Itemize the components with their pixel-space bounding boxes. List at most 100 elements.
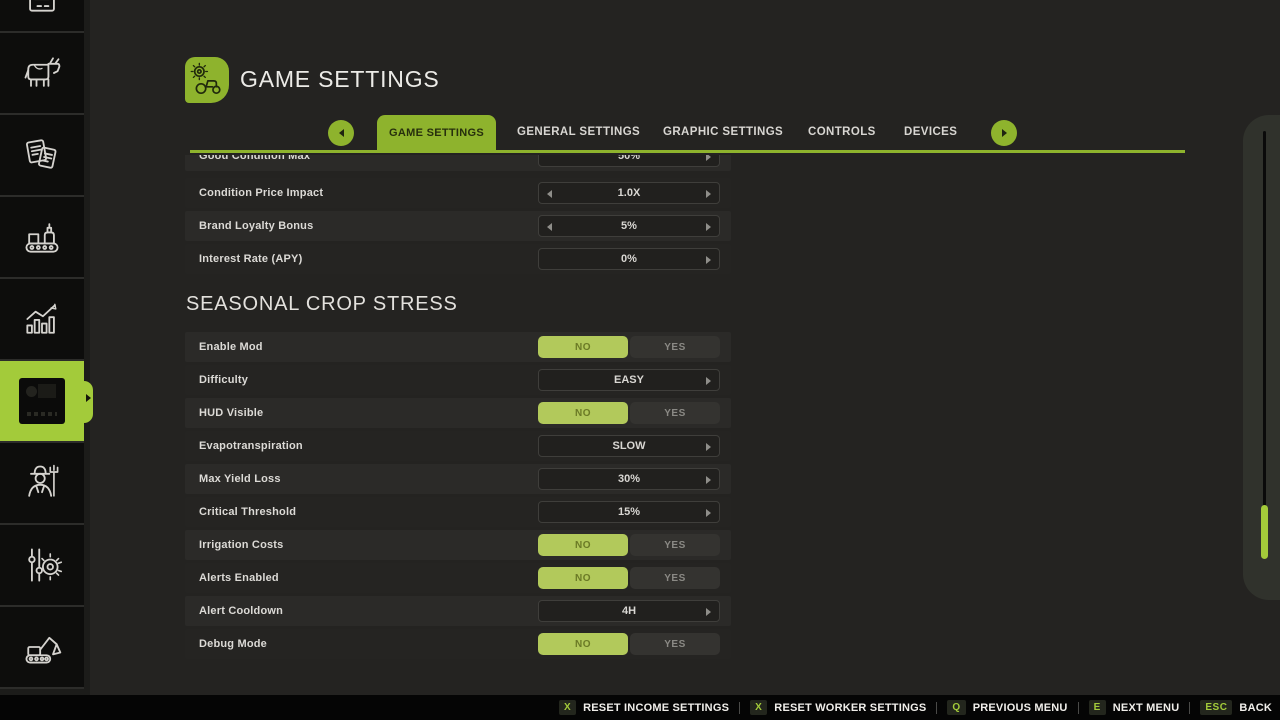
selected-notch-arrow-icon	[86, 394, 91, 402]
stepper-value: 50%	[618, 155, 640, 162]
stepper-good-condition-max[interactable]: 50%	[538, 155, 720, 167]
action-label: RESET INCOME SETTINGS	[583, 702, 729, 714]
divider	[1078, 702, 1079, 714]
arrow-right-icon[interactable]	[706, 377, 711, 385]
setting-row: Critical Threshold 15%	[185, 497, 731, 527]
stepper-value: SLOW	[613, 440, 646, 452]
setting-label: HUD Visible	[199, 407, 263, 419]
setting-row: Irrigation Costs NO YES	[185, 530, 731, 560]
setting-row: Evapotranspiration SLOW	[185, 431, 731, 461]
arrow-right-icon[interactable]	[706, 223, 711, 231]
setting-label: Good Condition Max	[199, 155, 310, 162]
stepper-condition-price-impact[interactable]: 1.0X	[538, 182, 720, 204]
stepper-brand-loyalty-bonus[interactable]: 5%	[538, 215, 720, 237]
arrow-left-icon[interactable]	[547, 223, 552, 231]
arrow-right-icon[interactable]	[706, 155, 711, 161]
toggle-no-option[interactable]: NO	[538, 534, 628, 556]
sidebar-item-construction[interactable]	[0, 607, 84, 689]
toggle-irrigation-costs[interactable]: NO YES	[538, 534, 720, 556]
setting-label: Enable Mod	[199, 341, 263, 353]
statistics-icon	[20, 297, 64, 341]
sidebar	[0, 0, 90, 695]
toggle-enable-mod[interactable]: NO YES	[538, 336, 720, 358]
sidebar-item-statistics[interactable]	[0, 279, 84, 361]
mod-icon	[19, 378, 65, 424]
stepper-interest-rate[interactable]: 0%	[538, 248, 720, 270]
action-label: NEXT MENU	[1113, 702, 1180, 714]
scrollbar-thumb[interactable]	[1261, 505, 1268, 559]
sidebar-item-production[interactable]	[0, 197, 84, 279]
hotkey-bar: X RESET INCOME SETTINGS X RESET WORKER S…	[0, 695, 1280, 720]
arrow-right-icon[interactable]	[706, 476, 711, 484]
scrollbar-track[interactable]	[1263, 131, 1266, 559]
sidebar-item-contracts[interactable]	[0, 115, 84, 197]
toggle-debug-mode[interactable]: NO YES	[538, 633, 720, 655]
stepper-evapotranspiration[interactable]: SLOW	[538, 435, 720, 457]
toggle-yes-option[interactable]: YES	[630, 534, 720, 556]
setting-label: Difficulty	[199, 374, 248, 386]
arrow-right-icon[interactable]	[706, 608, 711, 616]
toggle-hud-visible[interactable]: NO YES	[538, 402, 720, 424]
divider	[739, 702, 740, 714]
back-action[interactable]: ESC BACK	[1200, 700, 1272, 715]
arrow-right-icon[interactable]	[706, 443, 711, 451]
setting-label: Interest Rate (APY)	[199, 253, 302, 265]
tabs-prev-button[interactable]	[328, 120, 354, 146]
toggle-yes-option[interactable]: YES	[630, 633, 720, 655]
farmer-icon	[20, 461, 64, 505]
stepper-value: 5%	[621, 220, 637, 232]
previous-menu-action[interactable]: Q PREVIOUS MENU	[947, 700, 1067, 715]
divider	[936, 702, 937, 714]
setting-row: Brand Loyalty Bonus 5%	[185, 211, 731, 241]
key-badge-q: Q	[947, 700, 965, 715]
chevron-right-icon	[1002, 129, 1007, 137]
chevron-left-icon	[339, 129, 344, 137]
stepper-alert-cooldown[interactable]: 4H	[538, 600, 720, 622]
stepper-difficulty[interactable]: EASY	[538, 369, 720, 391]
tab-devices[interactable]: DEVICES	[904, 126, 957, 138]
stepper-value: EASY	[614, 374, 644, 386]
arrow-right-icon[interactable]	[706, 190, 711, 198]
sidebar-item-mod-settings[interactable]	[0, 361, 84, 443]
toggle-yes-option[interactable]: YES	[630, 567, 720, 589]
setting-row: Max Yield Loss 30%	[185, 464, 731, 494]
tabs-next-button[interactable]	[991, 120, 1017, 146]
setting-label: Alert Cooldown	[199, 605, 283, 617]
tab-controls[interactable]: CONTROLS	[808, 126, 876, 138]
toggle-yes-option[interactable]: YES	[630, 402, 720, 424]
sidebar-item-animals[interactable]	[0, 33, 84, 115]
tractor-gear-icon	[190, 62, 224, 98]
toggle-yes-option[interactable]: YES	[630, 336, 720, 358]
toggle-no-option[interactable]: NO	[538, 633, 628, 655]
key-badge-x: X	[750, 700, 767, 715]
game-settings-icon	[185, 57, 229, 103]
arrow-right-icon[interactable]	[706, 509, 711, 517]
sidebar-item-screen[interactable]	[0, 0, 84, 33]
sidebar-item-workers[interactable]	[0, 443, 84, 525]
tab-general-settings[interactable]: GENERAL SETTINGS	[517, 126, 640, 138]
setting-row: Good Condition Max 50%	[185, 155, 731, 171]
action-label: RESET WORKER SETTINGS	[774, 702, 926, 714]
toggle-no-option[interactable]: NO	[538, 567, 628, 589]
setting-label: Irrigation Costs	[199, 539, 284, 551]
arrow-left-icon[interactable]	[547, 190, 552, 198]
setting-row: Alerts Enabled NO YES	[185, 563, 731, 593]
setting-row: Enable Mod NO YES	[185, 332, 731, 362]
setting-row: Difficulty EASY	[185, 365, 731, 395]
toggle-no-option[interactable]: NO	[538, 402, 628, 424]
reset-income-settings-action[interactable]: X RESET INCOME SETTINGS	[559, 700, 729, 715]
next-menu-action[interactable]: E NEXT MENU	[1089, 700, 1180, 715]
tab-game-settings[interactable]: GAME SETTINGS	[377, 115, 496, 150]
setting-row: HUD Visible NO YES	[185, 398, 731, 428]
arrow-right-icon[interactable]	[706, 256, 711, 264]
toggle-alerts-enabled[interactable]: NO YES	[538, 567, 720, 589]
stepper-critical-threshold[interactable]: 15%	[538, 501, 720, 523]
production-icon	[20, 215, 64, 259]
sidebar-item-settings[interactable]	[0, 525, 84, 607]
setting-label: Condition Price Impact	[199, 187, 323, 199]
toggle-no-option[interactable]: NO	[538, 336, 628, 358]
settings-scroll-area[interactable]: Good Condition Max 50% Condition Price I…	[185, 155, 731, 690]
tab-graphic-settings[interactable]: GRAPHIC SETTINGS	[663, 126, 783, 138]
stepper-max-yield-loss[interactable]: 30%	[538, 468, 720, 490]
reset-worker-settings-action[interactable]: X RESET WORKER SETTINGS	[750, 700, 926, 715]
